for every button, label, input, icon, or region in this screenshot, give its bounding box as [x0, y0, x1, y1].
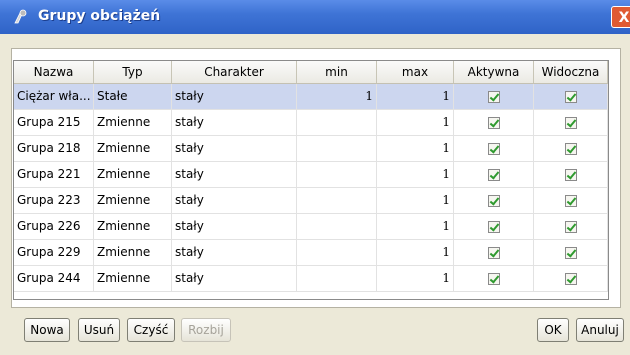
- column-header-min[interactable]: min: [297, 61, 377, 83]
- cell-min[interactable]: [297, 188, 377, 213]
- cell-type: Zmienne: [94, 110, 172, 135]
- column-header-nazwa[interactable]: Nazwa: [14, 61, 94, 83]
- cell-type: Zmienne: [94, 214, 172, 239]
- table-row[interactable]: Grupa 221 Zmienne stały 1: [14, 162, 608, 188]
- cell-character: stały: [172, 110, 297, 135]
- cell-name: Grupa 218: [14, 136, 94, 161]
- cell-min[interactable]: [297, 214, 377, 239]
- cell-max[interactable]: 1: [377, 110, 454, 135]
- aktywna-checkbox[interactable]: [487, 116, 500, 129]
- table-body: Ciężar wła... Stałe stały 1 1 Grupa 215 …: [14, 84, 608, 292]
- cancel-button[interactable]: Anuluj: [576, 318, 624, 342]
- cell-max[interactable]: 1: [377, 188, 454, 213]
- column-header-max[interactable]: max: [377, 61, 454, 83]
- cell-type: Zmienne: [94, 266, 172, 291]
- vertical-scrollbar[interactable]: [608, 83, 609, 299]
- cell-min[interactable]: 1: [297, 84, 377, 109]
- title-bar: Grupy obciążeń X: [0, 0, 630, 34]
- window-title: Grupy obciążeń: [38, 8, 161, 24]
- widoczna-checkbox[interactable]: [564, 246, 577, 259]
- aktywna-checkbox[interactable]: [487, 168, 500, 181]
- cell-type: Zmienne: [94, 240, 172, 265]
- cell-name: Grupa 244: [14, 266, 94, 291]
- cell-max[interactable]: 1: [377, 266, 454, 291]
- cell-character: stały: [172, 240, 297, 265]
- column-header-aktywna[interactable]: Aktywna: [454, 61, 534, 83]
- cell-character: stały: [172, 84, 297, 109]
- cell-min[interactable]: [297, 240, 377, 265]
- cell-name: Grupa 229: [14, 240, 94, 265]
- cell-character: stały: [172, 188, 297, 213]
- table-row[interactable]: Grupa 223 Zmienne stały 1: [14, 188, 608, 214]
- aktywna-checkbox[interactable]: [487, 194, 500, 207]
- split-button[interactable]: Rozbij: [181, 318, 231, 342]
- aktywna-checkbox[interactable]: [487, 246, 500, 259]
- column-header-charakter[interactable]: Charakter: [172, 61, 297, 83]
- app-icon: [14, 9, 27, 24]
- cell-min[interactable]: [297, 162, 377, 187]
- ok-button[interactable]: OK: [537, 318, 569, 342]
- cell-name: Grupa 215: [14, 110, 94, 135]
- table-row[interactable]: Grupa 229 Zmienne stały 1: [14, 240, 608, 266]
- widoczna-checkbox[interactable]: [564, 272, 577, 285]
- aktywna-checkbox[interactable]: [487, 142, 500, 155]
- aktywna-checkbox[interactable]: [487, 90, 500, 103]
- cell-character: stały: [172, 214, 297, 239]
- load-groups-table[interactable]: Nazwa Typ Charakter min max Aktywna Wido…: [13, 60, 609, 300]
- cell-character: stały: [172, 266, 297, 291]
- cell-name: Grupa 221: [14, 162, 94, 187]
- cell-max[interactable]: 1: [377, 136, 454, 161]
- clear-button[interactable]: Czyść: [127, 318, 175, 342]
- table-row[interactable]: Grupa 244 Zmienne stały 1: [14, 266, 608, 292]
- aktywna-checkbox[interactable]: [487, 220, 500, 233]
- cell-type: Zmienne: [94, 136, 172, 161]
- cell-max[interactable]: 1: [377, 162, 454, 187]
- aktywna-checkbox[interactable]: [487, 272, 500, 285]
- column-header-widoczna[interactable]: Widoczna: [534, 61, 608, 83]
- cell-type: Stałe: [94, 84, 172, 109]
- cell-character: stały: [172, 136, 297, 161]
- delete-button[interactable]: Usuń: [78, 318, 120, 342]
- table-row[interactable]: Grupa 218 Zmienne stały 1: [14, 136, 608, 162]
- new-button[interactable]: Nowa: [24, 318, 70, 342]
- cell-name: Grupa 226: [14, 214, 94, 239]
- cell-max[interactable]: 1: [377, 84, 454, 109]
- table-row[interactable]: Grupa 215 Zmienne stały 1: [14, 110, 608, 136]
- column-header-typ[interactable]: Typ: [94, 61, 172, 83]
- cell-name: Grupa 223: [14, 188, 94, 213]
- cell-name: Ciężar wła...: [14, 84, 94, 109]
- cell-type: Zmienne: [94, 162, 172, 187]
- table-header: Nazwa Typ Charakter min max Aktywna Wido…: [14, 61, 608, 84]
- widoczna-checkbox[interactable]: [564, 194, 577, 207]
- widoczna-checkbox[interactable]: [564, 116, 577, 129]
- widoczna-checkbox[interactable]: [564, 90, 577, 103]
- widoczna-checkbox[interactable]: [564, 220, 577, 233]
- widoczna-checkbox[interactable]: [564, 168, 577, 181]
- cell-max[interactable]: 1: [377, 240, 454, 265]
- cell-min[interactable]: [297, 266, 377, 291]
- close-button[interactable]: X: [611, 6, 630, 28]
- table-row[interactable]: Grupa 226 Zmienne stały 1: [14, 214, 608, 240]
- cell-character: stały: [172, 162, 297, 187]
- cell-min[interactable]: [297, 136, 377, 161]
- cell-type: Zmienne: [94, 188, 172, 213]
- cell-max[interactable]: 1: [377, 214, 454, 239]
- cell-min[interactable]: [297, 110, 377, 135]
- table-row[interactable]: Ciężar wła... Stałe stały 1 1: [14, 84, 608, 110]
- widoczna-checkbox[interactable]: [564, 142, 577, 155]
